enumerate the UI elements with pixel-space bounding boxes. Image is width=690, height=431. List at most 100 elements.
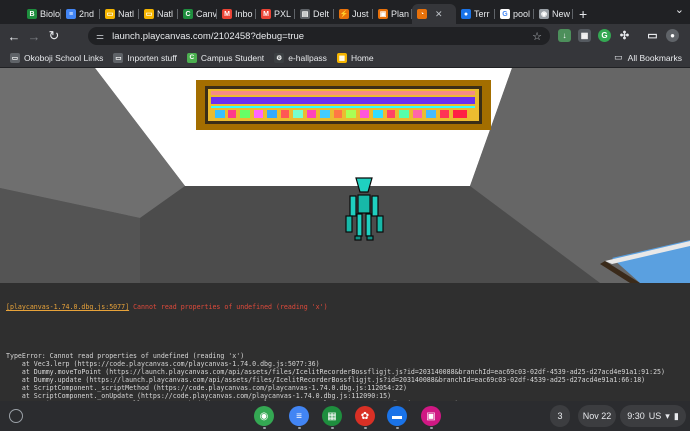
browser-tab[interactable]: ⚡ Just (334, 4, 373, 24)
tab-title: Canv (196, 9, 217, 19)
bookmark-label: Inporten stuff (127, 52, 177, 63)
error-console: [playcanvas-1.74.0.dbg.js:5077] Cannot r… (0, 283, 690, 401)
gmail-icon: M (261, 9, 271, 19)
classroom-icon: B (27, 9, 37, 19)
site-icon: ▣ (378, 9, 388, 19)
chrome-app-icon[interactable]: ◉ (254, 406, 274, 426)
classroom-app-icon[interactable]: ▦ (322, 406, 342, 426)
docs-app-icon[interactable]: ≡ (289, 406, 309, 426)
browser-tab[interactable]: ▣ Plan (373, 4, 412, 24)
tab-title: Biolo (40, 9, 61, 19)
app-running-indicator (263, 427, 266, 429)
hallpass-icon: ⚙ (274, 52, 285, 63)
site-icon: ⚡ (339, 9, 349, 19)
browser-tab[interactable]: ◉ New (534, 4, 573, 24)
error-message: Cannot read properties of undefined (rea… (133, 303, 328, 312)
browser-tab[interactable]: ≡ 2nd (61, 4, 100, 24)
url-text: launch.playcanvas.com/2102458?debug=true (112, 30, 305, 42)
app-running-indicator (396, 427, 399, 429)
input-locale: US (648, 411, 662, 421)
status-tray[interactable]: 9:30 US ▾ ▮ (620, 405, 686, 427)
chrome-icon: ◉ (539, 9, 549, 19)
browser-tab[interactable]: ▤ Delt (295, 4, 334, 24)
back-icon[interactable]: ← (4, 29, 24, 44)
folder-icon: ▭ (113, 52, 124, 63)
bookmark-label: Okoboji School Links (24, 52, 104, 63)
site-icon: ● (461, 9, 471, 19)
new-tab-button[interactable]: + (579, 4, 587, 24)
extensions-puzzle-icon[interactable]: ✣ (618, 29, 631, 42)
notification-badge[interactable]: 3 (550, 405, 570, 427)
browser-tab[interactable]: M Inbo (217, 4, 256, 24)
reload-icon[interactable]: ↻ (44, 28, 64, 44)
slides-icon: ▭ (105, 9, 115, 19)
bookmark-item[interactable]: ▦ Home (336, 52, 374, 63)
browser-tab[interactable]: ▭ Natl (139, 4, 178, 24)
tab-title: Natl (118, 9, 135, 19)
browser-tab[interactable]: ● Terr (456, 4, 495, 24)
site-info-icon[interactable]: ⚌ (96, 31, 104, 42)
forward-icon[interactable]: → (24, 29, 44, 44)
profile-avatar[interactable]: ● (666, 29, 679, 42)
tab-title: Just (352, 9, 369, 19)
bookmark-star-icon[interactable]: ☆ (532, 30, 542, 43)
date-button[interactable]: Nov 22 (578, 405, 616, 427)
browser-tab[interactable]: B Biolo (22, 4, 61, 24)
game-scene (0, 68, 690, 283)
bookmark-item[interactable]: C Campus Student (186, 52, 264, 63)
extension-icon[interactable]: ↓ (558, 29, 571, 42)
menu-kebab-icon[interactable]: ⋮ (686, 29, 690, 42)
notification-count: 3 (557, 411, 563, 421)
browser-tab[interactable]: Gpool (495, 4, 534, 24)
stack-trace-line: at ScriptComponent._onUpdate (https://co… (6, 392, 392, 401)
error-source-link[interactable]: [playcanvas-1.74.0.dbg.js:5077] (6, 303, 129, 311)
bookmarks-bar: ▭ Okoboji School Links ▭ Inporten stuff C Cam… (0, 48, 690, 68)
extensions-bar: ↓ ▦ G ✣ ▭ ● ⋮ (558, 29, 690, 42)
extension-icon[interactable]: ▦ (578, 29, 591, 42)
bookmark-item[interactable]: ⚙ e-hallpass (274, 52, 327, 63)
battery-icon: ▮ (673, 410, 679, 421)
tab-title: Delt (313, 9, 330, 19)
stack-trace: TypeError: Cannot read properties of und… (6, 352, 684, 401)
date-text: Nov 22 (582, 411, 612, 421)
files-app-icon[interactable]: ▬ (387, 406, 407, 426)
browser-tab[interactable]: ▭ Natl (100, 4, 139, 24)
app-running-indicator (298, 427, 301, 429)
all-bookmarks-button[interactable]: ▭ All Bookmarks (614, 52, 682, 63)
bookmark-item[interactable]: ▭ Inporten stuff (113, 52, 177, 63)
folder-icon: ▭ (614, 52, 623, 62)
slides-icon: ▭ (144, 9, 154, 19)
all-bookmarks-label: All Bookmarks (627, 52, 682, 63)
bookmark-label: e-hallpass (288, 52, 327, 63)
folder-icon: ▭ (10, 52, 20, 63)
tab-title: 2nd (79, 9, 95, 19)
clock-time: 9:30 (627, 411, 645, 421)
paint-app-icon[interactable]: ✿ (355, 406, 375, 426)
window-controls: ⌄ (675, 3, 684, 16)
browser-tab[interactable]: C Canv (178, 4, 217, 24)
browser-tab[interactable]: M PXL (256, 4, 295, 24)
google-icon: G (500, 9, 510, 19)
game-canvas[interactable] (0, 68, 690, 283)
bookmark-label: Home (350, 52, 374, 63)
close-tab-icon[interactable]: ✕ (435, 9, 443, 20)
grammar-extension-icon[interactable]: G (598, 29, 611, 42)
app-running-indicator (364, 427, 367, 429)
browser-tab[interactable]: ◔ ✕ (412, 4, 456, 24)
tab-search-icon[interactable]: ⌄ (675, 4, 684, 16)
browser-toolbar: ← → ↻ ⚌ launch.playcanvas.com/2102458?de… (0, 24, 690, 48)
media-app-icon[interactable]: ▣ (421, 406, 441, 426)
bookmark-item[interactable]: ▭ Okoboji School Links (10, 52, 104, 63)
stack-trace-line: TypeError: Cannot read properties of und… (6, 351, 245, 360)
tab-title: pool (513, 9, 531, 19)
tab-strip: B Biolo ≡ 2nd ▭ Natl ▭ Natl C Canv M Inbo M PXL ▤ Delt ⚡… (0, 0, 690, 24)
address-bar[interactable]: ⚌ launch.playcanvas.com/2102458?debug=tr… (88, 27, 550, 45)
doc-icon: ▤ (300, 9, 310, 19)
tab-title: New (552, 9, 571, 19)
home-icon: ▦ (336, 52, 347, 63)
tab-title: Plan (391, 9, 410, 19)
wifi-icon: ▾ (665, 410, 670, 421)
cast-icon[interactable]: ▭ (646, 29, 659, 42)
launcher-icon[interactable] (9, 409, 23, 423)
tab-separator (572, 9, 573, 19)
